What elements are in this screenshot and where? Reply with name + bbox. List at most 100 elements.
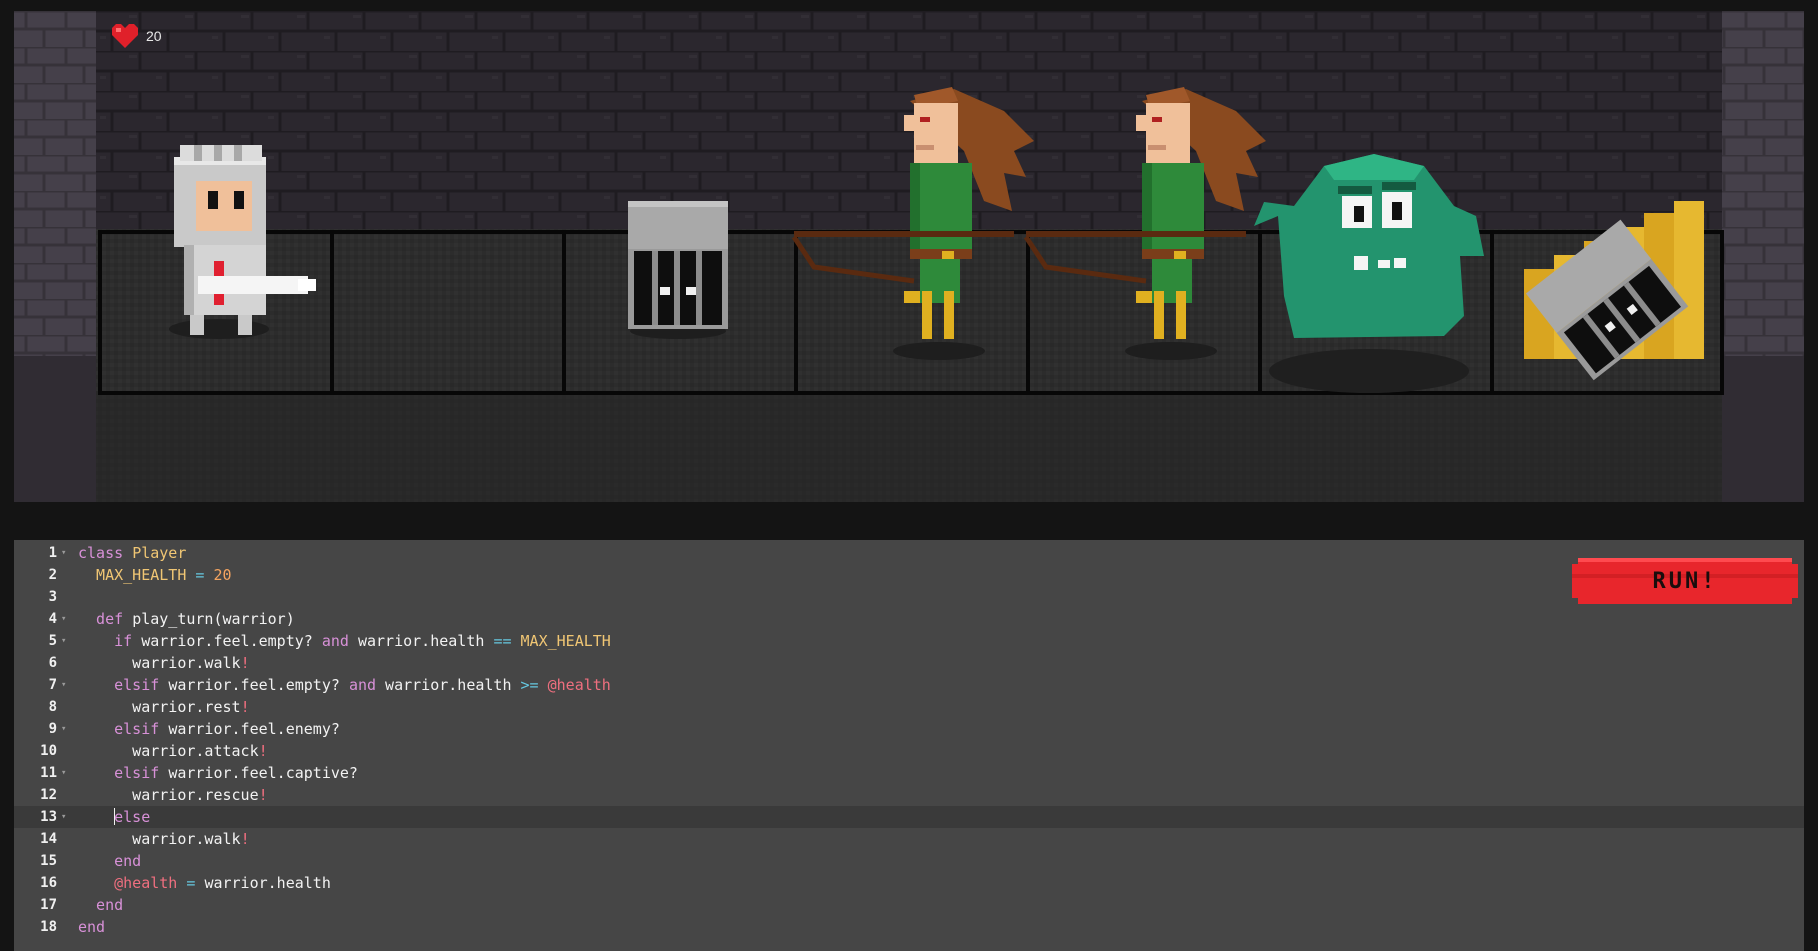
- code-line[interactable]: 7 ▾ elsif warrior.feel.empty? and warrior…: [14, 674, 1804, 696]
- line-number: 12: [40, 787, 57, 803]
- code-token: and: [348, 676, 377, 694]
- fold-arrow-icon[interactable]: ▾: [61, 608, 66, 630]
- health-value: 20: [146, 28, 162, 44]
- fold-arrow-icon[interactable]: ▾: [61, 674, 66, 696]
- code-line[interactable]: 8 warrior.rest!: [14, 696, 1804, 718]
- code-token: !: [258, 786, 268, 804]
- code-token: def: [78, 610, 133, 628]
- code-text[interactable]: end: [78, 850, 141, 872]
- code-editor[interactable]: 1 ▾ class Player 2 MAX_HEALTH = 20 3 4 ▾ def p…: [14, 540, 1804, 951]
- line-number: 10: [40, 743, 57, 759]
- code-token: class: [78, 544, 133, 562]
- code-token: warrior.health: [348, 632, 494, 650]
- code-token: elsif: [78, 720, 169, 738]
- code-text[interactable]: end: [78, 894, 123, 916]
- code-line[interactable]: 14 warrior.walk!: [14, 828, 1804, 850]
- code-token: and: [321, 632, 349, 650]
- code-token: =: [186, 566, 214, 584]
- code-token: warrior.feel.empty?: [168, 676, 349, 694]
- fold-arrow-icon[interactable]: ▾: [61, 718, 66, 740]
- code-token: warrior.rest: [78, 698, 241, 716]
- fold-arrow-icon[interactable]: ▾: [61, 542, 66, 564]
- line-number: 13: [40, 809, 57, 825]
- health-display: 20: [110, 23, 162, 49]
- line-number: 11: [40, 765, 57, 781]
- code-line[interactable]: 4 ▾ def play_turn(warrior): [14, 608, 1804, 630]
- code-token: end: [78, 852, 142, 870]
- line-number: 6: [48, 655, 57, 671]
- run-button[interactable]: RUN!: [1570, 554, 1800, 608]
- code-text[interactable]: MAX_HEALTH = 20: [78, 564, 232, 586]
- code-token: MAX_HEALTH: [520, 632, 611, 650]
- line-number: 18: [40, 919, 57, 935]
- code-token: play_turn(warrior): [132, 610, 295, 628]
- line-number: 5: [48, 633, 57, 649]
- dungeon-scene: [14, 11, 1804, 502]
- code-token: end: [78, 918, 106, 936]
- fold-arrow-icon[interactable]: ▾: [61, 762, 66, 784]
- code-text[interactable]: elsif warrior.feel.enemy?: [78, 718, 340, 740]
- code-token: warrior.rescue: [78, 786, 259, 804]
- line-number: 15: [40, 853, 57, 869]
- code-token: 20: [213, 566, 232, 584]
- code-token: !: [240, 654, 250, 672]
- code-token: =: [177, 874, 205, 892]
- code-line[interactable]: 15 end: [14, 850, 1804, 872]
- code-token: warrior.walk: [78, 830, 241, 848]
- code-line[interactable]: 6 warrior.walk!: [14, 652, 1804, 674]
- code-text[interactable]: warrior.attack!: [78, 740, 268, 762]
- code-token: end: [78, 896, 124, 914]
- code-text[interactable]: warrior.rescue!: [78, 784, 268, 806]
- code-text[interactable]: class Player: [78, 542, 186, 564]
- game-viewport: 20: [14, 11, 1804, 502]
- code-token: !: [258, 742, 268, 760]
- captive-sprite: [628, 201, 728, 339]
- code-token: warrior.walk: [78, 654, 241, 672]
- code-token: !: [240, 698, 250, 716]
- code-line[interactable]: 2 MAX_HEALTH = 20: [14, 564, 1804, 586]
- line-number: 7: [48, 677, 57, 693]
- code-token: else: [114, 808, 151, 826]
- fold-arrow-icon[interactable]: ▾: [61, 630, 66, 652]
- code-text[interactable]: elsif warrior.feel.empty? and warrior.he…: [78, 674, 611, 696]
- code-token: warrior.health: [376, 676, 521, 694]
- code-token: warrior.attack: [78, 742, 259, 760]
- code-text[interactable]: end: [78, 916, 105, 938]
- code-line[interactable]: 9 ▾ elsif warrior.feel.enemy?: [14, 718, 1804, 740]
- code-line[interactable]: 13 ▾ else: [14, 806, 1804, 828]
- code-line[interactable]: 1 ▾ class Player: [14, 542, 1804, 564]
- code-text[interactable]: warrior.walk!: [78, 652, 250, 674]
- code-line[interactable]: 17 end: [14, 894, 1804, 916]
- code-text[interactable]: @health = warrior.health: [78, 872, 331, 894]
- code-text[interactable]: else: [78, 806, 150, 828]
- code-token: MAX_HEALTH: [78, 566, 187, 584]
- line-number: 17: [40, 897, 57, 913]
- code-token: warrior.feel.empty?: [141, 632, 322, 650]
- code-text[interactable]: if warrior.feel.empty? and warrior.healt…: [78, 630, 611, 652]
- line-number: 14: [40, 831, 57, 847]
- code-token: ==: [493, 632, 512, 650]
- code-text[interactable]: elsif warrior.feel.captive?: [78, 762, 358, 784]
- code-line[interactable]: 18 end: [14, 916, 1804, 938]
- code-text[interactable]: warrior.rest!: [78, 696, 250, 718]
- fold-arrow-icon[interactable]: ▾: [61, 806, 66, 828]
- code-token: warrior.feel.enemy?: [168, 720, 340, 738]
- code-token: warrior.health: [204, 874, 331, 892]
- code-text[interactable]: warrior.walk!: [78, 828, 249, 850]
- code-token: >=: [520, 676, 539, 694]
- code-token: @health: [547, 676, 611, 694]
- code-line[interactable]: 11 ▾ elsif warrior.feel.captive?: [14, 762, 1804, 784]
- code-token: @health: [78, 874, 178, 892]
- code-line[interactable]: 16 @health = warrior.health: [14, 872, 1804, 894]
- code-line[interactable]: 3: [14, 586, 1804, 608]
- code-text[interactable]: def play_turn(warrior): [78, 608, 295, 630]
- code-line[interactable]: 10 warrior.attack!: [14, 740, 1804, 762]
- code-token: warrior.feel.captive?: [168, 764, 358, 782]
- code-line[interactable]: 12 warrior.rescue!: [14, 784, 1804, 806]
- code-line[interactable]: 5 ▾ if warrior.feel.empty? and warrior.he…: [14, 630, 1804, 652]
- code-token: if: [78, 632, 142, 650]
- run-button-label: RUN!: [1652, 568, 1718, 594]
